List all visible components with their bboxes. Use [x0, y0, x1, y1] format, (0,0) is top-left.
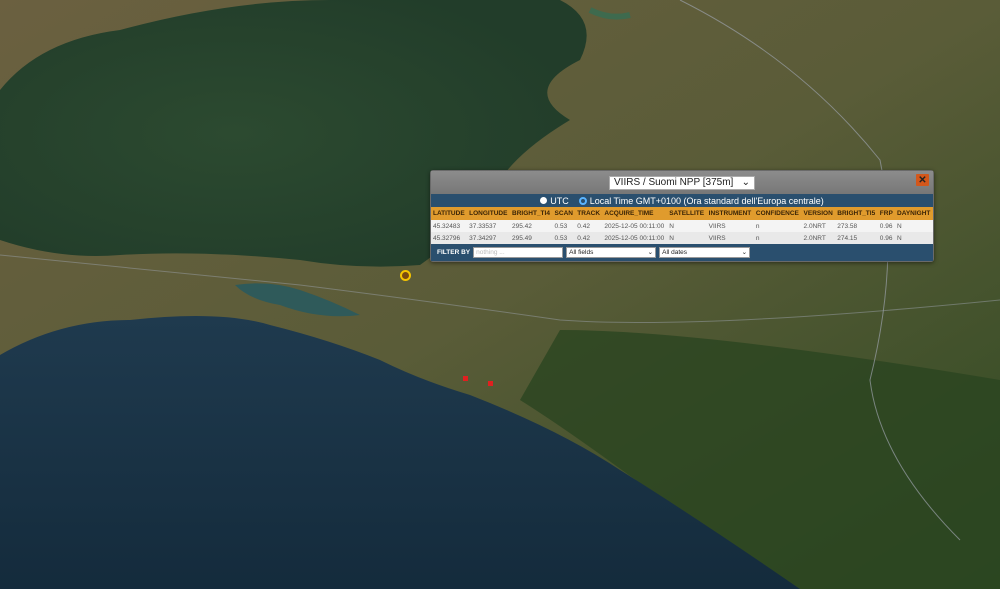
- table-cell: 273.58: [837, 222, 858, 230]
- table-cell: N: [895, 232, 933, 244]
- table-cell: 2.0NRT: [801, 232, 836, 244]
- radio-utc[interactable]: [540, 197, 548, 204]
- column-header: LONGITUDE: [467, 207, 511, 220]
- filter-input[interactable]: nothing ...: [473, 247, 564, 258]
- date-select[interactable]: All dates ⌄: [659, 247, 751, 258]
- table-row[interactable]: 45.32796 37.34297 295.49 0.53 0.42 2025-12-05…: [431, 232, 933, 244]
- chevron-down-icon: ⌄: [741, 249, 748, 256]
- satellite-map[interactable]: [0, 0, 1000, 589]
- field-select-value: All fields: [569, 249, 594, 256]
- filter-bar: FILTER BY nothing ... All fields ⌄ All da…: [431, 244, 933, 261]
- local-time-label: Local Time GMT+0100 (Ora standard dell'E…: [589, 195, 824, 206]
- satellite-select[interactable]: VIIRS / Suomi NPP [375m] ⌄: [609, 175, 755, 190]
- column-header: SCAN: [552, 207, 576, 220]
- table-cell: 0.96: [877, 232, 896, 244]
- chevron-down-icon: ⌄: [741, 177, 750, 188]
- fire-data-table: LATITUDE LONGITUDE BRIGHT_TI4 SCAN TRACK ACQU…: [431, 207, 933, 244]
- column-header: ACQUIRE_TIME: [602, 207, 668, 220]
- column-header: INSTRUMENT: [706, 207, 754, 220]
- fire-data-popup: VIIRS / Suomi NPP [375m] ⌄ ✕ UTC Local Ti…: [430, 170, 934, 262]
- column-header: CONFIDENCE: [753, 207, 802, 220]
- utc-label: UTC: [550, 195, 569, 206]
- table-cell: n: [753, 232, 802, 244]
- fire-location-marker[interactable]: [400, 270, 411, 281]
- table-cell: VIIRS: [708, 222, 726, 230]
- table-cell: VIIRS: [706, 232, 754, 244]
- table-cell: N: [669, 222, 674, 230]
- close-icon: ✕: [918, 174, 927, 186]
- table-cell: 295.49: [510, 232, 553, 244]
- column-header: SATELLITE: [667, 207, 707, 220]
- table-cell: 0.53: [554, 222, 568, 230]
- column-header: BRIGHT_TI5: [835, 207, 878, 220]
- table-cell: 2025-12-05 00:11:00: [604, 222, 665, 230]
- table-cell: 45.32796: [431, 232, 468, 244]
- fire-hotspot[interactable]: [488, 381, 493, 386]
- fire-hotspot[interactable]: [463, 376, 468, 381]
- column-header: LATITUDE: [431, 207, 468, 220]
- table-cell: 2.0NRT: [803, 222, 826, 230]
- chevron-down-icon: ⌄: [647, 249, 654, 256]
- table-cell: n: [755, 222, 760, 230]
- table-cell: N: [667, 232, 707, 244]
- popup-title-bar: VIIRS / Suomi NPP [375m] ⌄ ✕: [431, 171, 933, 194]
- table-cell: 2025-12-05 00:11:00: [602, 232, 668, 244]
- filter-label: FILTER BY: [437, 249, 471, 256]
- table-cell: 0.42: [577, 222, 590, 230]
- map-imagery: [0, 0, 1000, 589]
- table-cell: 0.42: [575, 232, 603, 244]
- table-cell: 0.53: [552, 232, 576, 244]
- field-select[interactable]: All fields ⌄: [566, 247, 657, 258]
- column-header: DAYNIGHT: [895, 207, 933, 220]
- table-cell: 0.96: [879, 222, 893, 230]
- radio-local-time[interactable]: [578, 196, 587, 205]
- date-select-value: All dates: [662, 249, 688, 256]
- table-cell: 274.15: [835, 232, 878, 244]
- table-cell: 295.42: [512, 222, 532, 230]
- table-row[interactable]: 45.32483 37.33537 295.42 0.53 0.42 2025-12-05…: [431, 220, 933, 232]
- column-header: VERSION: [801, 207, 836, 220]
- table-cell: N: [897, 222, 902, 230]
- close-button[interactable]: ✕: [916, 174, 929, 186]
- column-header: FRP: [877, 207, 896, 220]
- table-cell: 37.34297: [467, 232, 511, 244]
- timezone-toggle: UTC Local Time GMT+0100 (Ora standard de…: [431, 194, 933, 207]
- table-cell: 45.32483: [433, 222, 461, 230]
- column-header: TRACK: [575, 207, 603, 220]
- satellite-select-value: VIIRS / Suomi NPP [375m]: [614, 177, 734, 188]
- table-cell: 37.33537: [469, 222, 497, 230]
- column-header: BRIGHT_TI4: [510, 207, 553, 220]
